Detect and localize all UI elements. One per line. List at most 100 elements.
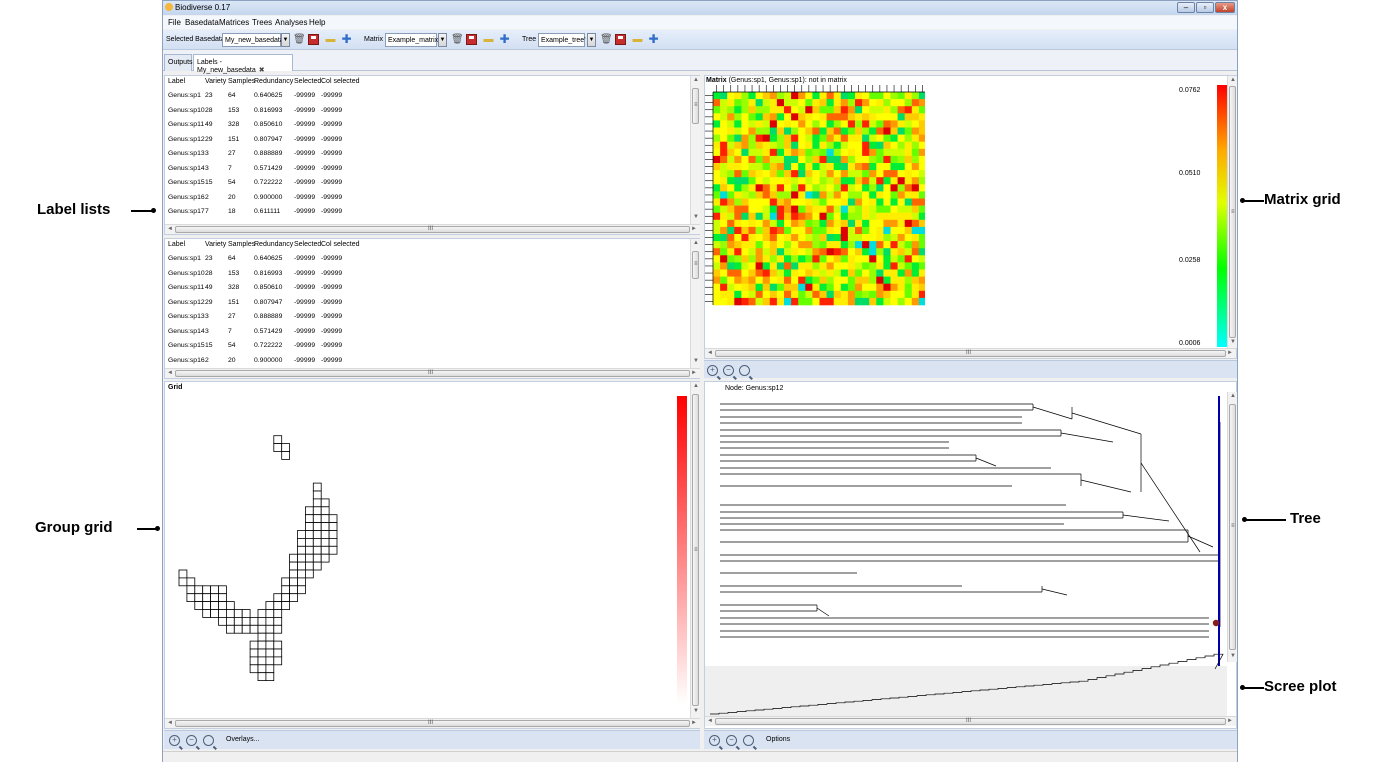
add-icon[interactable]: ✚	[341, 33, 352, 45]
tree-combo[interactable]: Example_tree'	[538, 33, 586, 47]
tab-outputs[interactable]: Outputs	[164, 54, 193, 71]
save-icon[interactable]	[308, 34, 319, 45]
open-folder-icon[interactable]: ▬	[483, 34, 494, 45]
menu-basedata[interactable]: Basedata	[185, 18, 219, 27]
table-cell: -99999	[294, 179, 316, 186]
table-row[interactable]: Genus:sp11 49 328 0.850610 -99999 -99999	[165, 281, 699, 296]
scroll-thumb[interactable]: III	[175, 720, 690, 727]
col-redundancy[interactable]: Redundancy	[254, 241, 293, 248]
zoom-fit-icon[interactable]	[203, 735, 214, 746]
zoom-in-icon[interactable]: +	[709, 735, 720, 746]
table-row[interactable]: Genus:sp10 28 153 0.816993 -99999 -99999	[165, 267, 699, 282]
menu-analyses[interactable]: Analyses	[275, 18, 307, 27]
col-label[interactable]: Label	[168, 78, 185, 85]
col-selected[interactable]: Selected	[294, 78, 321, 85]
scroll-thumb[interactable]: ≡	[692, 251, 699, 279]
matrix-cell	[734, 127, 742, 135]
vertical-scrollbar[interactable]: ▲ ≡ ▼	[1227, 392, 1237, 662]
add-icon[interactable]: ✚	[499, 33, 510, 45]
matrix-cell	[727, 241, 735, 249]
col-variety[interactable]: Variety	[205, 241, 226, 248]
table-row[interactable]: Genus:sp16 2 20 0.900000 -99999 -99999	[165, 354, 699, 369]
vertical-scrollbar[interactable]: ▲ ≡ ▼	[690, 76, 700, 224]
basedata-combo[interactable]: My_new_basedata	[222, 33, 284, 47]
horizontal-scrollbar[interactable]: ◄ III ►	[165, 224, 700, 234]
col-col-selected[interactable]: Col selected	[321, 241, 360, 248]
matrix-cell	[840, 262, 849, 270]
delete-icon[interactable]: 🗑	[451, 34, 464, 45]
matrix-grid[interactable]	[705, 84, 925, 334]
scroll-thumb[interactable]: III	[715, 718, 1226, 725]
scroll-thumb[interactable]: ≡	[1229, 86, 1236, 338]
col-samples[interactable]: Samples	[228, 241, 255, 248]
delete-icon[interactable]: 🗑	[293, 34, 306, 45]
scroll-thumb[interactable]: III	[175, 226, 690, 233]
table-row[interactable]: Genus:sp11 49 328 0.850610 -99999 -99999	[165, 118, 699, 133]
table-row[interactable]: Genus:sp1 23 64 0.640625 -99999 -99999	[165, 89, 699, 104]
horizontal-scrollbar[interactable]: ◄ III ►	[165, 718, 700, 728]
menu-trees[interactable]: Trees	[252, 18, 272, 27]
table-row[interactable]: Genus:sp10 28 153 0.816993 -99999 -99999	[165, 104, 699, 119]
menu-help[interactable]: Help	[309, 18, 325, 27]
save-icon[interactable]	[466, 34, 477, 45]
zoom-out-icon[interactable]: −	[726, 735, 737, 746]
scroll-thumb[interactable]: ≡	[692, 394, 699, 706]
vertical-scrollbar[interactable]: ▲ ≡ ▼	[690, 239, 700, 368]
zoom-fit-icon[interactable]	[743, 735, 754, 746]
open-folder-icon[interactable]: ▬	[325, 34, 336, 45]
options-button[interactable]: Options	[766, 736, 790, 743]
add-icon[interactable]: ✚	[648, 33, 659, 45]
col-label[interactable]: Label	[168, 241, 185, 248]
table-row[interactable]: Genus:sp1 23 64 0.640625 -99999 -99999	[165, 252, 699, 267]
tab-labels[interactable]: Labels - My_new_basedata ✖	[193, 54, 293, 74]
table-row[interactable]: Genus:sp16 2 20 0.900000 -99999 -99999	[165, 191, 699, 206]
col-col-selected[interactable]: Col selected	[321, 78, 360, 85]
save-icon[interactable]	[615, 34, 626, 45]
chevron-down-icon[interactable]: ▼	[438, 33, 447, 47]
tab-close-icon[interactable]: ✖	[259, 67, 265, 74]
scroll-thumb[interactable]: III	[175, 370, 690, 377]
maximize-button[interactable]: ▫	[1196, 2, 1214, 13]
col-variety[interactable]: Variety	[205, 78, 226, 85]
delete-icon[interactable]: 🗑	[600, 34, 613, 45]
zoom-out-icon[interactable]: −	[723, 365, 734, 376]
table-row[interactable]: Genus:sp13 3 27 0.888889 -99999 -99999	[165, 310, 699, 325]
zoom-in-icon[interactable]: +	[707, 365, 718, 376]
menu-matrices[interactable]: Matrices	[219, 18, 249, 27]
horizontal-scrollbar[interactable]: ◄ III ►	[705, 716, 1236, 726]
chevron-down-icon[interactable]: ▼	[281, 33, 290, 47]
table-row[interactable]: Genus:sp13 3 27 0.888889 -99999 -99999	[165, 147, 699, 162]
col-samples[interactable]: Samples	[228, 78, 255, 85]
zoom-in-icon[interactable]: +	[169, 735, 180, 746]
menu-file[interactable]: File	[168, 18, 181, 27]
close-button[interactable]: x	[1215, 2, 1235, 13]
chevron-down-icon[interactable]: ▼	[587, 33, 596, 47]
scroll-thumb[interactable]: ≡	[692, 88, 699, 124]
overlays-button[interactable]: Overlays...	[226, 736, 259, 743]
open-folder-icon[interactable]: ▬	[632, 34, 643, 45]
table-row[interactable]: Genus:sp17 7 18 0.611111 -99999 -99999	[165, 205, 699, 220]
matrix-combo[interactable]: Example_matrix	[385, 33, 438, 47]
horizontal-scrollbar[interactable]: ◄ III ►	[165, 368, 700, 378]
tree-canvas[interactable]	[705, 382, 1227, 718]
scroll-thumb[interactable]: ≡	[1229, 404, 1236, 650]
vertical-scrollbar[interactable]: ▲ ≡ ▼	[690, 382, 700, 718]
table-row[interactable]: Genus:sp14 3 7 0.571429 -99999 -99999	[165, 325, 699, 340]
col-redundancy[interactable]: Redundancy	[254, 78, 293, 85]
zoom-fit-icon[interactable]	[739, 365, 750, 376]
table-row[interactable]: Genus:sp12 29 151 0.807947 -99999 -99999	[165, 133, 699, 148]
matrix-cell	[720, 276, 728, 284]
scroll-thumb[interactable]: III	[715, 350, 1226, 357]
table-row[interactable]: Genus:sp15 15 54 0.722222 -99999 -99999	[165, 176, 699, 191]
table-row[interactable]: Genus:sp12 29 151 0.807947 -99999 -99999	[165, 296, 699, 311]
matrix-cell	[911, 141, 920, 150]
zoom-out-icon[interactable]: −	[186, 735, 197, 746]
vertical-scrollbar[interactable]: ▲ ≡ ▼	[1227, 76, 1237, 348]
horizontal-scrollbar[interactable]: ◄ III ►	[705, 348, 1236, 358]
table-row[interactable]: Genus:sp14 3 7 0.571429 -99999 -99999	[165, 162, 699, 177]
matrix-cell	[741, 99, 749, 107]
group-grid[interactable]	[165, 382, 685, 718]
col-selected[interactable]: Selected	[294, 241, 321, 248]
minimize-button[interactable]: –	[1177, 2, 1195, 13]
table-row[interactable]: Genus:sp15 15 54 0.722222 -99999 -99999	[165, 339, 699, 354]
